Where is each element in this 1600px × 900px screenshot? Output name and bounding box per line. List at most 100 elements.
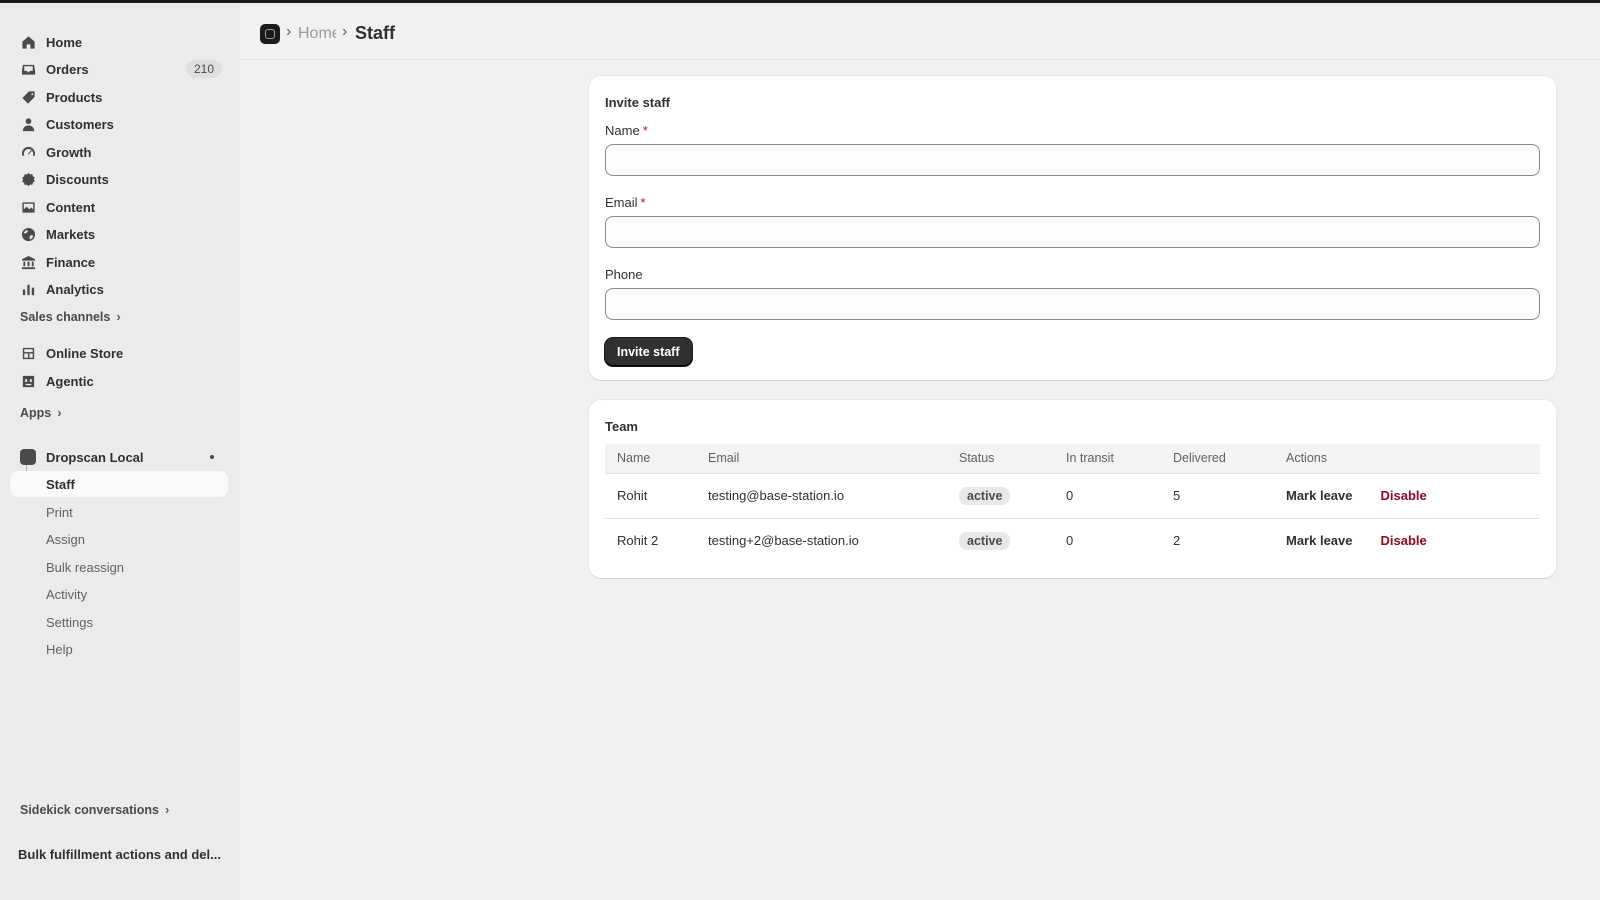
required-mark: * [640, 195, 646, 210]
sidebar-item-customers[interactable]: Customers [10, 111, 228, 137]
email-field[interactable] [605, 216, 1540, 248]
sidebar-subitem-bulk-reassign[interactable]: Bulk reassign [10, 554, 228, 580]
apps-header[interactable]: Apps › [20, 405, 62, 420]
sidebar-item-finance[interactable]: Finance [10, 249, 228, 275]
sidebar-item-label: Analytics [46, 281, 104, 297]
disable-button[interactable]: Disable [1381, 488, 1427, 503]
sidebar-subitem-help[interactable]: Help [10, 636, 228, 662]
breadcrumb-home[interactable]: Home [298, 25, 336, 43]
sidebar-item-growth[interactable]: Growth [10, 139, 228, 165]
gauge-icon [20, 144, 36, 160]
actions-cell: Mark leave Disable [1274, 518, 1540, 563]
sidebar-item-label: Online Store [46, 345, 124, 361]
more-dot-icon [210, 455, 214, 459]
sidebar-item-label: Customers [46, 116, 114, 132]
sidebar-item-online-store[interactable]: Online Store [10, 340, 228, 366]
column-header: Actions [1274, 444, 1540, 474]
bar-chart-icon [20, 281, 36, 297]
staff-email: testing+2@base-station.io [708, 533, 859, 549]
sidebar-subitem-settings[interactable]: Settings [10, 609, 228, 635]
phone-field[interactable] [605, 288, 1540, 320]
chevron-right-icon: › [57, 405, 62, 420]
sidebar-subitem-activity[interactable]: Activity [10, 581, 228, 607]
in-transit-count: 0 [1066, 533, 1074, 549]
inbox-icon [20, 61, 36, 77]
page-header: › Home › Staff [240, 3, 1600, 60]
invite-staff-card: Invite staff Name * Email * Phone Invite s… [589, 76, 1556, 380]
staff-name: Rohit [605, 473, 696, 519]
team-table: Name Email Status In transit Delivered A… [605, 444, 1540, 563]
sidebar-item-label: Products [46, 89, 103, 105]
team-card-title: Team [605, 419, 638, 434]
sidebar-item-content[interactable]: Content [10, 194, 228, 220]
chevron-right-icon: › [164, 802, 170, 817]
delivered-count: 2 [1173, 533, 1181, 549]
sidebar-item-products[interactable]: Products [10, 84, 228, 110]
actions-cell: Mark leave Disable [1274, 473, 1540, 519]
name-label-text: Name [605, 123, 640, 138]
email-label-text: Email [605, 195, 638, 210]
sidebar-item-label: Home [46, 34, 83, 50]
phone-label: Phone [605, 267, 643, 282]
team-card: Team Name Email Status In transit Delive… [589, 400, 1556, 578]
sidebar-item-agentic[interactable]: Agentic [10, 368, 228, 394]
status-cell: active [947, 518, 1054, 563]
name-label: Name * [605, 123, 648, 138]
delivered-count: 5 [1161, 473, 1274, 519]
email-label: Email * [605, 195, 646, 210]
app-logo-icon[interactable] [260, 24, 280, 44]
column-header: Name [605, 444, 696, 474]
app-icon [20, 449, 36, 465]
breadcrumb-separator: › [286, 23, 292, 40]
person-icon [20, 116, 36, 132]
image-icon [20, 199, 36, 215]
sales-channels-header[interactable]: Sales channels › [20, 309, 121, 324]
breadcrumb-separator: › [342, 23, 348, 40]
globe-icon [20, 226, 36, 242]
disable-button[interactable]: Disable [1381, 533, 1427, 548]
in-transit-count: 0 [1054, 473, 1161, 519]
name-field[interactable] [605, 144, 1540, 176]
sidebar: Home Orders 210 Products Customers Growt… [0, 3, 240, 900]
chevron-right-icon: › [116, 309, 121, 324]
sidebar-item-label: Growth [46, 144, 92, 160]
sidebar-item-label: Dropscan Local [46, 449, 144, 465]
orders-count-badge: 210 [185, 60, 222, 78]
sidebar-item-label: Content [46, 199, 96, 215]
home-icon [20, 34, 36, 50]
sidebar-item-label: Finance [46, 254, 96, 270]
sidebar-item-dropscan-local[interactable]: Dropscan Local [10, 444, 228, 470]
status-badge: active [959, 486, 1011, 505]
table-row: Rohit 2 testing+2@base-station.io active… [605, 518, 1540, 563]
sidebar-item-markets[interactable]: Markets [10, 221, 228, 247]
sidebar-item-discounts[interactable]: Discounts [10, 166, 228, 192]
sidebar-subitem-assign[interactable]: Assign [10, 526, 228, 552]
sales-channels-label: Sales channels [20, 309, 111, 324]
column-header: In transit [1054, 444, 1161, 474]
page-title: Staff [355, 23, 395, 43]
robot-icon [20, 373, 36, 389]
sidebar-subitem-print[interactable]: Print [10, 499, 228, 525]
bank-icon [20, 254, 36, 270]
column-header: Email [696, 444, 947, 474]
sidebar-item-label: Orders [46, 61, 89, 77]
mark-leave-button[interactable]: Mark leave [1286, 533, 1353, 548]
sidebar-item-home[interactable]: Home [10, 29, 228, 55]
sidebar-item-orders[interactable]: Orders 210 [10, 56, 228, 82]
sidekick-conversation-item[interactable]: Bulk fulfillment actions and del... [18, 847, 223, 862]
discount-icon [20, 171, 36, 187]
apps-label: Apps [20, 405, 52, 420]
sidekick-conversations-label: Sidekick conversations [20, 802, 159, 817]
mark-leave-button[interactable]: Mark leave [1286, 488, 1353, 503]
staff-name: Rohit 2 [617, 533, 659, 549]
sidebar-item-analytics[interactable]: Analytics [10, 276, 228, 302]
sidebar-subitem-staff[interactable]: Staff [10, 471, 228, 497]
table-header-row: Name Email Status In transit Delivered A… [605, 444, 1540, 474]
sidebar-item-label: Agentic [46, 373, 94, 389]
invite-staff-button[interactable]: Invite staff [605, 338, 692, 366]
sidekick-conversations-header[interactable]: Sidekick conversations › [20, 802, 169, 817]
sidebar-item-label: Markets [46, 226, 96, 242]
staff-email: testing@base-station.io [696, 473, 947, 519]
status-badge: active [959, 531, 1011, 550]
store-icon [20, 345, 36, 361]
